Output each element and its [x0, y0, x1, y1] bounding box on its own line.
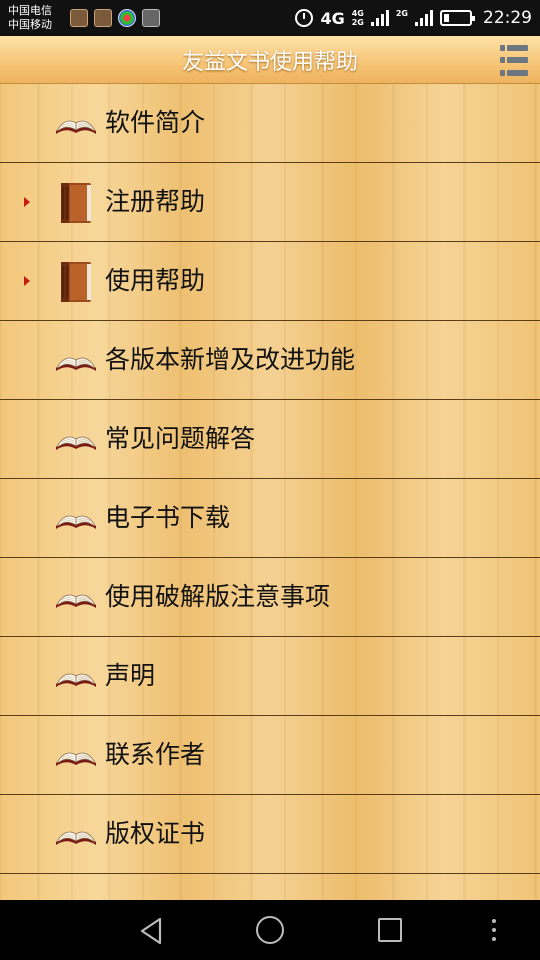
recent-apps-icon[interactable]: [378, 918, 402, 942]
list-item-label: 软件简介: [105, 108, 206, 137]
image-notification-icon: [142, 9, 160, 27]
list-item-label: 使用破解版注意事项: [105, 582, 331, 611]
signal-icon-secondary: [415, 10, 433, 26]
notification-icons: [70, 9, 160, 27]
network-small-2: 2G: [351, 18, 364, 27]
list-item-label: 联系作者: [105, 740, 206, 769]
open-book-icon: [54, 576, 98, 620]
network-type-small: 4G 2G: [352, 9, 364, 27]
back-icon[interactable]: [138, 917, 164, 945]
carrier-info: 中国电信 中国移动: [8, 4, 66, 32]
open-book-icon: [54, 102, 98, 146]
list-item-label: 电子书下载: [105, 503, 231, 532]
battery-icon: [440, 10, 475, 26]
list-item-label: 使用帮助: [105, 266, 206, 295]
list-item[interactable]: 使用破解版注意事项: [0, 558, 540, 637]
open-book-icon: [54, 813, 98, 857]
closed-book-icon: [54, 181, 98, 225]
page-title: 友益文书使用帮助: [181, 49, 358, 75]
list-item[interactable]: 联系作者: [0, 716, 540, 795]
clock: 22:29: [483, 8, 532, 28]
menu-list-icon[interactable]: [500, 44, 528, 76]
open-book-icon: [54, 418, 98, 462]
list-item-label: 声明: [105, 661, 156, 690]
list-item[interactable]: 使用帮助: [0, 242, 540, 321]
list-item-label: 常见问题解答: [105, 424, 256, 453]
network-secondary-label: 2G: [395, 9, 408, 18]
list-item-label: 版权证书: [105, 819, 206, 848]
list-item[interactable]: 各版本新增及改进功能: [0, 321, 540, 400]
app-notification-icon: [94, 9, 112, 27]
home-icon[interactable]: [256, 916, 284, 944]
open-book-icon: [54, 734, 98, 778]
list-item-label: 各版本新增及改进功能: [105, 345, 356, 374]
expand-arrow-icon[interactable]: [24, 276, 30, 286]
list-item[interactable]: 软件简介: [0, 84, 540, 163]
carrier-2: 中国移动: [8, 18, 52, 31]
list-item-label: 注册帮助: [105, 187, 206, 216]
open-book-icon: [54, 497, 98, 541]
expand-arrow-icon[interactable]: [24, 197, 30, 207]
open-book-icon: [54, 339, 98, 383]
network-type-secondary: 2G: [396, 9, 408, 27]
open-book-icon: [54, 655, 98, 699]
list-item-partial[interactable]: [0, 874, 540, 900]
closed-book-icon: [54, 260, 98, 304]
signal-icon: [370, 10, 389, 26]
list-item[interactable]: 电子书下载: [0, 479, 540, 558]
list-item[interactable]: 声明: [0, 637, 540, 716]
title-bar: 友益文书使用帮助: [0, 36, 540, 84]
status-bar: 中国电信 中国移动 4G 4G 2G 2G 22:29: [0, 0, 540, 36]
network-type: 4G: [320, 8, 345, 28]
carrier-1: 中国电信: [8, 4, 52, 17]
status-indicators: 4G 4G 2G 2G 22:29: [295, 8, 532, 28]
app-notification-icon: [118, 9, 136, 27]
list-item[interactable]: 版权证书: [0, 795, 540, 874]
system-nav-bar: [0, 900, 540, 960]
app-notification-icon: [70, 9, 88, 27]
list-item[interactable]: 注册帮助: [0, 163, 540, 242]
alarm-icon: [295, 9, 314, 27]
list-item[interactable]: 常见问题解答: [0, 400, 540, 479]
network-small-1: 4G: [351, 9, 364, 18]
more-options-icon[interactable]: [492, 919, 496, 941]
help-topic-list: 软件简介注册帮助使用帮助各版本新增及改进功能 常见问题解答 电子书下载使用破解版注意…: [0, 84, 540, 900]
